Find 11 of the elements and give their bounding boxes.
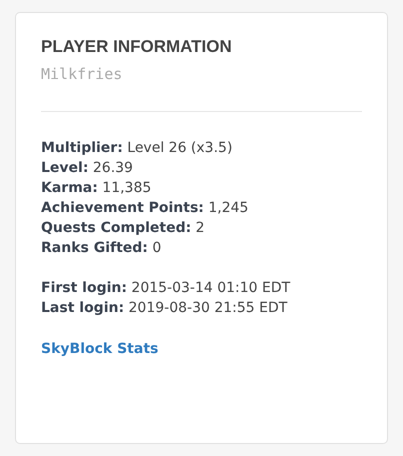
stat-line: Multiplier: Level 26 (x3.5) bbox=[41, 139, 234, 158]
login-line: Last login: 2019-08-30 21:55 EDT bbox=[41, 299, 288, 318]
card-title: PLAYER INFORMATION bbox=[41, 37, 233, 57]
skyblock-stats-link[interactable]: SkyBlock Stats bbox=[41, 341, 158, 357]
player-name: Milkfries bbox=[41, 65, 124, 83]
stat-line: Level: 26.39 bbox=[41, 159, 134, 178]
login-line: First login: 2015-03-14 01:10 EDT bbox=[41, 279, 292, 298]
stat-line: Ranks Gifted: 0 bbox=[41, 239, 162, 258]
stat-line: Quests Completed: 2 bbox=[41, 219, 206, 238]
stat-line: Achievement Points: 1,245 bbox=[41, 199, 250, 218]
stat-line: Karma: 11,385 bbox=[41, 179, 152, 198]
